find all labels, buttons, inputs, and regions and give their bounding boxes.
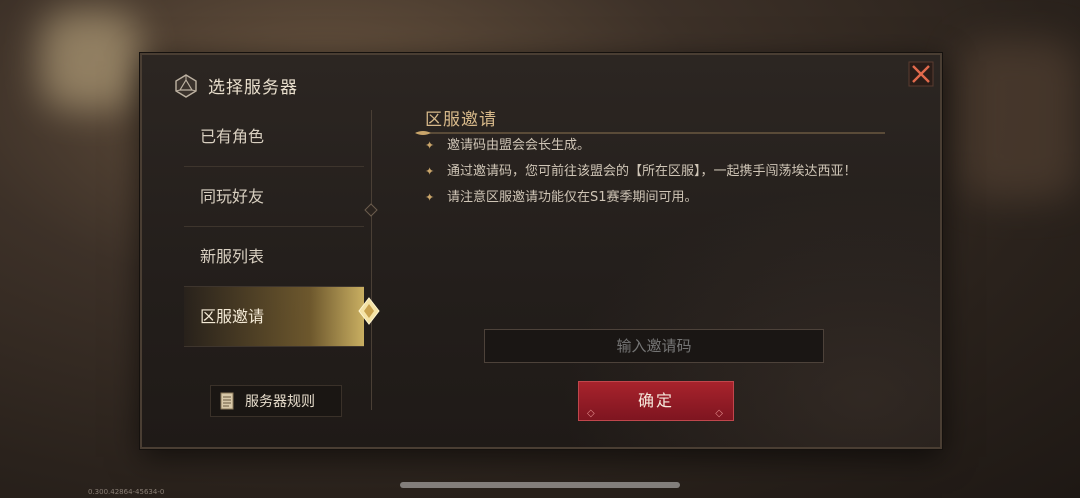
divider-ornament: [364, 203, 378, 217]
server-select-dialog: 选择服务器 已有角色 同玩好友 新服列表 区服邀请 服务器规则 区服邀请 ✦ 邀…: [140, 53, 942, 449]
sidebar-item-label: 区服邀请: [200, 307, 265, 326]
ornament-icon: ◇: [587, 408, 597, 419]
sidebar-item-server-invite[interactable]: 区服邀请: [184, 287, 364, 347]
bullet-star-icon: ✦: [425, 191, 435, 204]
active-marker-icon: [358, 297, 380, 325]
list-item: ✦ 通过邀请码，您可前往该盟会的【所在区服】，一起携手闯荡埃达西亚！: [425, 161, 875, 183]
bullet-text: 通过邀请码，您可前往该盟会的【所在区服】，一起携手闯荡埃达西亚！: [447, 164, 857, 179]
sidebar-item-existing-characters[interactable]: 已有角色: [184, 107, 364, 167]
server-rules-label: 服务器规则: [245, 394, 315, 410]
bullet-star-icon: ✦: [425, 139, 435, 152]
version-label: 0.300.42864-45634-0: [88, 488, 165, 496]
bullet-star-icon: ✦: [425, 165, 435, 178]
section-title: 区服邀请: [425, 110, 497, 130]
background-blur: [960, 40, 1080, 200]
bullet-text: 请注意区服邀请功能仅在S1赛季期间可用。: [447, 190, 698, 205]
sidebar-divider: [371, 110, 372, 410]
confirm-button[interactable]: ◇ 确定 ◇: [578, 381, 734, 421]
sidebar-item-new-servers[interactable]: 新服列表: [184, 227, 364, 287]
home-indicator[interactable]: [400, 482, 680, 488]
background-blur: [40, 10, 140, 110]
sidebar-item-friends[interactable]: 同玩好友: [184, 167, 364, 227]
server-rules-button[interactable]: 服务器规则: [210, 385, 342, 417]
invite-info-list: ✦ 邀请码由盟会会长生成。 ✦ 通过邀请码，您可前往该盟会的【所在区服】，一起携…: [425, 135, 875, 213]
dialog-header: 选择服务器: [174, 73, 298, 98]
sidebar-item-label: 同玩好友: [200, 187, 265, 206]
list-item: ✦ 邀请码由盟会会长生成。: [425, 135, 875, 157]
sidebar-nav: 已有角色 同玩好友 新服列表 区服邀请: [184, 107, 364, 347]
ornament-icon: ◇: [715, 408, 725, 419]
sidebar-item-label: 已有角色: [200, 127, 265, 146]
list-item: ✦ 请注意区服邀请功能仅在S1赛季期间可用。: [425, 187, 875, 209]
confirm-label: 确定: [637, 391, 674, 410]
bullet-text: 邀请码由盟会会长生成。: [447, 138, 591, 153]
invite-code-input[interactable]: [484, 329, 824, 363]
scroll-icon: [220, 392, 234, 410]
d20-dice-icon: [175, 73, 197, 98]
close-icon[interactable]: [908, 61, 934, 87]
sidebar-item-label: 新服列表: [200, 247, 265, 266]
dialog-title: 选择服务器: [208, 78, 298, 98]
